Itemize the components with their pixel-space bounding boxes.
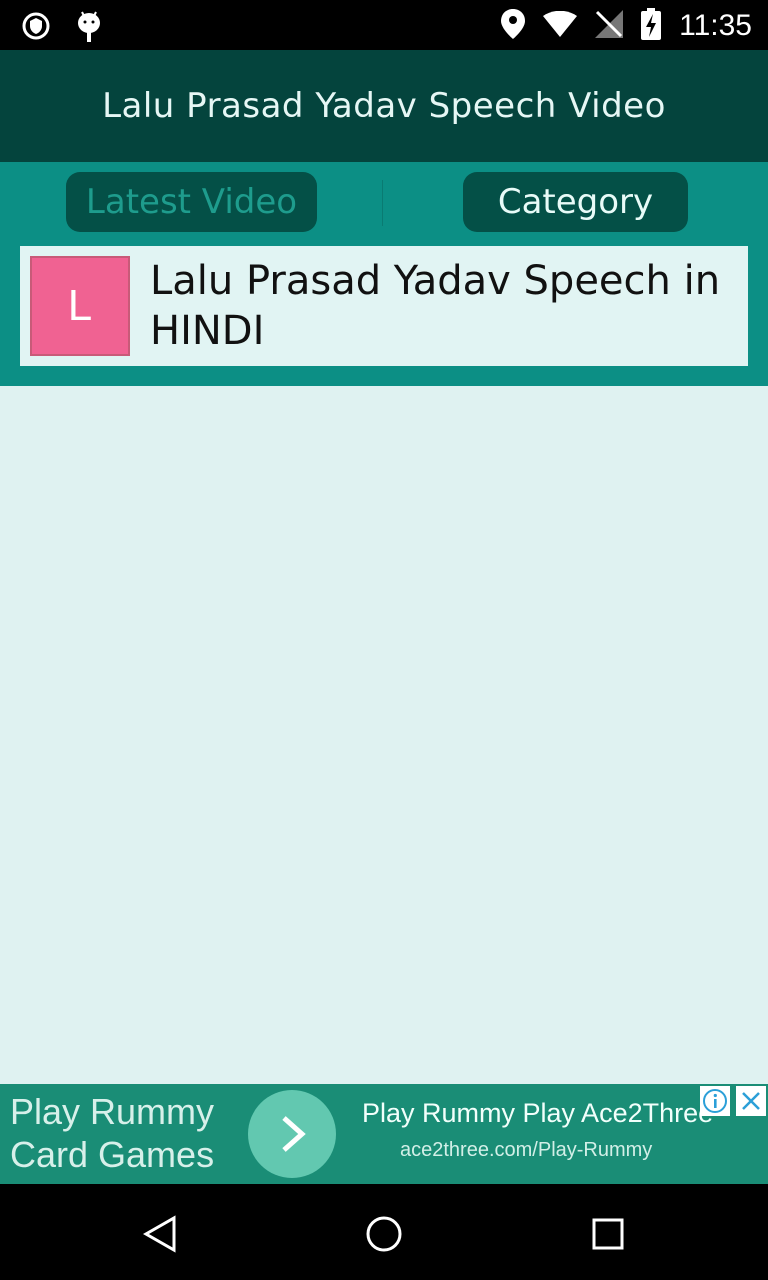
- tab-divider: [382, 180, 383, 226]
- recents-button[interactable]: [578, 1204, 638, 1264]
- tab-category[interactable]: Category: [463, 172, 688, 232]
- back-button[interactable]: [130, 1204, 190, 1264]
- ad-headline: Play Rummy Play Ace2Three: [362, 1098, 714, 1128]
- list-item-title: Lalu Prasad Yadav Speech in HINDI: [150, 258, 721, 354]
- ad-arrow-button[interactable]: [248, 1090, 336, 1178]
- ad-info-icon[interactable]: [700, 1086, 730, 1116]
- location-icon: [501, 9, 526, 43]
- tab-latest-video-label: Latest Video: [85, 182, 298, 222]
- ad-banner[interactable]: Play Rummy Card Games Play Rummy Play Ac…: [0, 1084, 768, 1184]
- tab-latest-video[interactable]: Latest Video: [66, 172, 317, 232]
- ad-left-text: Play Rummy Card Games: [10, 1090, 214, 1176]
- status-bar: 11:35: [0, 0, 768, 50]
- home-icon: [366, 1216, 402, 1252]
- wifi-icon: [543, 10, 578, 41]
- ad-left-line1: Play Rummy: [10, 1091, 215, 1132]
- recents-icon: [592, 1218, 624, 1250]
- tab-bar: Latest Video Category L Lalu Prasad Yada…: [0, 162, 768, 386]
- app-bar: Lalu Prasad Yadav Speech Video: [0, 50, 768, 162]
- clock-time: 11:35: [679, 9, 752, 42]
- tab-category-label: Category: [497, 182, 654, 222]
- app-title: Lalu Prasad Yadav Speech Video: [102, 86, 666, 126]
- ad-url: ace2three.com/Play-Rummy: [400, 1139, 653, 1161]
- signal-icon: [595, 10, 624, 42]
- android-debug-icon: [76, 10, 102, 46]
- navigation-bar: [0, 1184, 768, 1280]
- back-icon: [142, 1215, 176, 1253]
- list-item[interactable]: L Lalu Prasad Yadav Speech in HINDI: [20, 246, 748, 366]
- letter-avatar-text: L: [67, 281, 93, 330]
- vpn-shield-icon: [22, 12, 50, 44]
- ad-close-icon[interactable]: [736, 1086, 766, 1116]
- home-button[interactable]: [354, 1204, 414, 1264]
- letter-avatar: L: [30, 256, 130, 356]
- battery-charging-icon: [641, 8, 662, 44]
- chevron-right-icon: [282, 1116, 306, 1152]
- ad-left-line2: Card Games: [10, 1134, 215, 1175]
